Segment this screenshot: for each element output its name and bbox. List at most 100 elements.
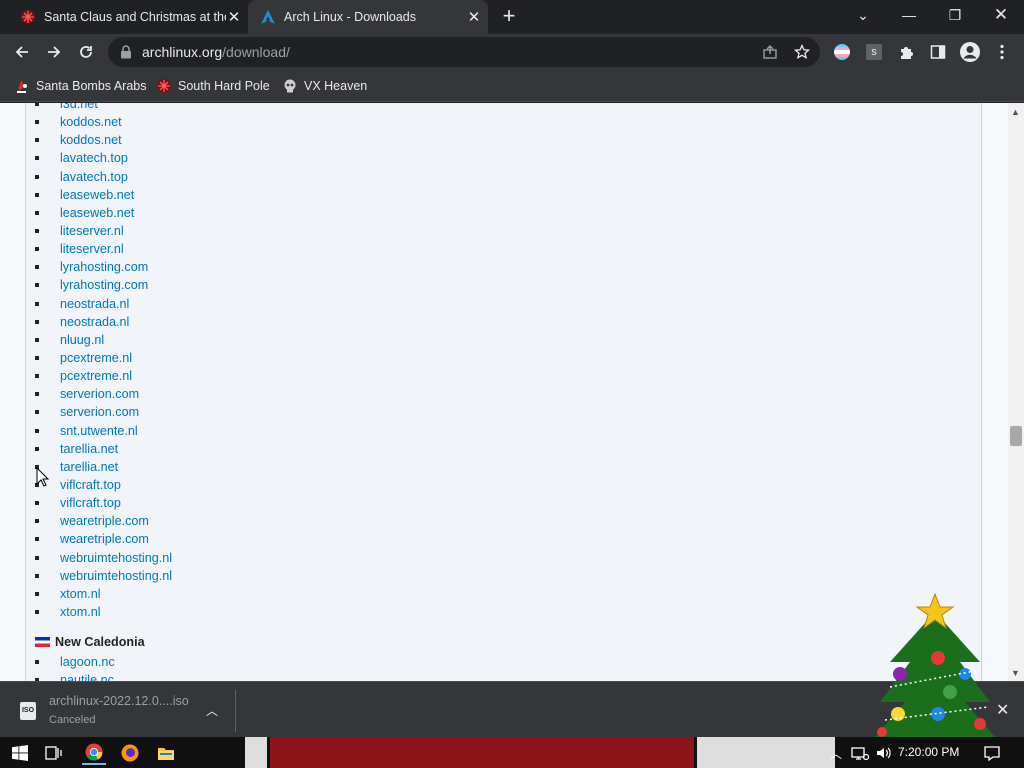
desktop-wallpaper: [245, 737, 835, 768]
tab-title: Santa Claus and Christmas at the: [44, 10, 226, 24]
scrollbar-track[interactable]: [1008, 103, 1024, 681]
mirror-link[interactable]: lyrahosting.com: [35, 276, 172, 294]
country-name: New Caledonia: [55, 635, 145, 649]
mirror-list: i3d.net koddos.net koddos.net lavatech.top l…: [35, 103, 172, 621]
mirror-link[interactable]: viflcraft.top: [35, 476, 172, 494]
bookmark-santa-bombs-arabs[interactable]: Santa Bombs Arabs: [14, 76, 146, 96]
scroll-up-arrow-icon[interactable]: ▲: [1011, 107, 1020, 117]
mirror-link[interactable]: webruimtehosting.nl: [35, 567, 172, 585]
new-tab-button[interactable]: +: [498, 5, 520, 28]
new-caledonia-mirror-list: lagoon.nc nautile.nc: [35, 653, 115, 681]
mirror-link[interactable]: xtom.nl: [35, 603, 172, 621]
bookmark-south-hard-pole[interactable]: South Hard Pole: [156, 76, 270, 96]
arrow-left-icon: [15, 46, 28, 58]
close-tab-icon[interactable]: ✕: [466, 9, 482, 26]
download-item[interactable]: ISO archlinux-2022.12.0....iso Canceled …: [10, 690, 236, 732]
tab-santa-claus[interactable]: Santa Claus and Christmas at the ✕: [8, 0, 248, 34]
network-icon[interactable]: [848, 741, 872, 765]
kebab-menu-icon[interactable]: [992, 42, 1012, 62]
minimize-button[interactable]: —: [886, 0, 932, 30]
mirror-link[interactable]: koddos.net: [35, 113, 172, 131]
profile-avatar-icon[interactable]: [958, 40, 982, 64]
volume-icon[interactable]: [872, 741, 896, 765]
mirror-link[interactable]: snt.utwente.nl: [35, 422, 172, 440]
tab-search-chevron-icon[interactable]: ⌄: [840, 0, 886, 30]
scrollbar-thumb[interactable]: [1010, 426, 1022, 446]
skull-favicon-icon: [284, 79, 296, 93]
bookmark-label: Santa Bombs Arabs: [36, 79, 147, 93]
santa-favicon-icon: [17, 80, 27, 93]
mirror-link[interactable]: liteserver.nl: [35, 240, 172, 258]
mirror-link[interactable]: nautile.nc: [35, 671, 115, 681]
download-status: Canceled: [49, 714, 96, 726]
mirror-link[interactable]: lyrahosting.com: [35, 258, 172, 276]
mirror-link[interactable]: leaseweb.net: [35, 204, 172, 222]
mouse-cursor-icon: [36, 467, 50, 487]
taskbar-clock[interactable]: 7:20:00 PM: [898, 745, 959, 759]
mirror-link[interactable]: pcextreme.nl: [35, 367, 172, 385]
puzzle-extensions-icon[interactable]: [896, 42, 916, 62]
show-hidden-icons-chevron[interactable]: ︿: [824, 741, 848, 765]
reload-button[interactable]: [72, 38, 100, 66]
mirror-link[interactable]: i3d.net: [35, 103, 172, 113]
mirror-link[interactable]: koddos.net: [35, 131, 172, 149]
forward-button[interactable]: [40, 38, 68, 66]
new-caledonia-flag-icon: [35, 637, 50, 647]
mirror-link[interactable]: lavatech.top: [35, 168, 172, 186]
url-domain: archlinux.org: [142, 44, 223, 60]
mirror-link[interactable]: pcextreme.nl: [35, 349, 172, 367]
mirror-link[interactable]: lavatech.top: [35, 149, 172, 167]
share-icon[interactable]: [760, 42, 780, 62]
lock-icon[interactable]: [120, 45, 132, 59]
bookmark-label: South Hard Pole: [178, 79, 270, 93]
notification-center-icon[interactable]: [980, 741, 1004, 765]
chrome-taskbar-icon[interactable]: [82, 741, 106, 765]
back-button[interactable]: [8, 38, 36, 66]
mirror-link[interactable]: liteserver.nl: [35, 222, 172, 240]
mirror-link[interactable]: tarellia.net: [35, 458, 172, 476]
download-filename: archlinux-2022.12.0....iso: [49, 694, 189, 708]
browser-toolbar: archlinux.org/download/ s: [0, 34, 1024, 70]
country-heading: New Caledonia: [35, 635, 145, 649]
tab-strip: Santa Claus and Christmas at the ✕ Arch …: [0, 0, 1024, 34]
scroll-down-arrow-icon[interactable]: ▼: [1011, 668, 1020, 678]
arch-logo-icon: [261, 10, 275, 24]
chevron-up-icon[interactable]: ︿: [206, 702, 218, 719]
extension-s-label: s: [866, 44, 882, 60]
mirror-link[interactable]: serverion.com: [35, 403, 172, 421]
file-explorer-icon[interactable]: [154, 741, 178, 765]
mirror-link[interactable]: webruimtehosting.nl: [35, 549, 172, 567]
close-window-button[interactable]: ✕: [978, 0, 1024, 30]
arrow-right-icon: [48, 46, 61, 58]
tab-arch-linux-downloads[interactable]: Arch Linux - Downloads ✕: [248, 0, 488, 34]
mirror-link[interactable]: xtom.nl: [35, 585, 172, 603]
side-panel-icon[interactable]: [928, 42, 948, 62]
trans-flag-extension-icon[interactable]: [832, 42, 852, 62]
restore-button[interactable]: ❐: [932, 0, 978, 30]
mirror-link[interactable]: wearetriple.com: [35, 530, 172, 548]
mirror-link[interactable]: leaseweb.net: [35, 186, 172, 204]
firefox-taskbar-icon[interactable]: [118, 741, 142, 765]
christmas-tree-decoration: [875, 592, 995, 737]
bookmark-star-icon[interactable]: [792, 42, 812, 62]
address-bar[interactable]: archlinux.org/download/: [108, 37, 820, 67]
task-view-icon[interactable]: [42, 741, 66, 765]
mirror-link[interactable]: tarellia.net: [35, 440, 172, 458]
mirror-link[interactable]: viflcraft.top: [35, 494, 172, 512]
tab-title: Arch Linux - Downloads: [284, 10, 417, 24]
close-tab-icon[interactable]: ✕: [226, 9, 242, 26]
mirror-link[interactable]: neostrada.nl: [35, 295, 172, 313]
bookmarks-bar: Santa Bombs Arabs South Hard Pole VX Hea…: [0, 70, 1024, 102]
bookmark-vx-heaven[interactable]: VX Heaven: [282, 76, 367, 96]
mirror-link[interactable]: nluug.nl: [35, 331, 172, 349]
mirror-link[interactable]: serverion.com: [35, 385, 172, 403]
mirror-link[interactable]: lagoon.nc: [35, 653, 115, 671]
extension-s-icon[interactable]: s: [864, 42, 884, 62]
snowflake-favicon-icon: [157, 79, 171, 93]
iso-file-icon: ISO: [20, 702, 36, 720]
reload-icon: [80, 46, 92, 58]
url-text: archlinux.org/download/: [142, 44, 290, 60]
mirror-link[interactable]: wearetriple.com: [35, 512, 172, 530]
mirror-link[interactable]: neostrada.nl: [35, 313, 172, 331]
windows-start-icon[interactable]: [8, 741, 32, 765]
